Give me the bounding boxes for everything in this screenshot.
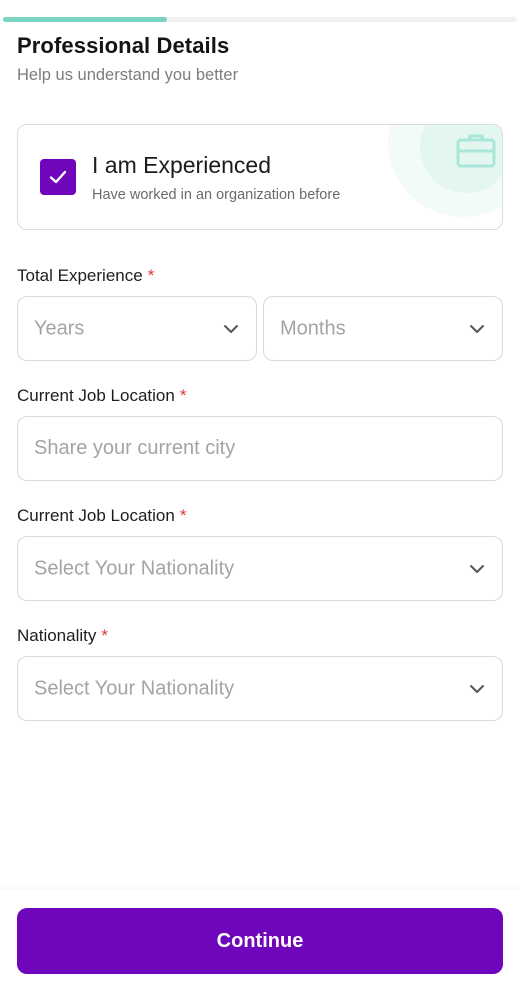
chevron-down-icon (470, 564, 484, 573)
current-city-label-text: Current Job Location (17, 386, 175, 405)
checkmark-icon (49, 170, 67, 184)
experienced-option-card[interactable]: I am Experienced Have worked in an organ… (17, 124, 503, 230)
years-select-value: Years (34, 317, 85, 339)
current-job-location-label-text: Current Job Location (17, 506, 175, 525)
total-experience-label: Total Experience * (17, 266, 154, 286)
chevron-down-icon (224, 324, 238, 333)
progress-bar (3, 17, 517, 22)
current-job-location-label: Current Job Location * (17, 506, 186, 526)
current-job-location-select[interactable]: Select Your Nationality (17, 536, 503, 601)
nationality-label: Nationality * (17, 626, 108, 646)
required-mark: * (101, 626, 108, 645)
page-title: Professional Details (17, 33, 230, 58)
current-city-label: Current Job Location * (17, 386, 186, 406)
continue-button[interactable]: Continue (17, 908, 503, 974)
current-city-input[interactable] (17, 416, 503, 481)
briefcase-icon (456, 134, 496, 168)
current-job-location-value: Select Your Nationality (34, 557, 235, 579)
experienced-title: I am Experienced (92, 152, 271, 178)
required-mark: * (179, 506, 187, 525)
required-mark: * (179, 386, 187, 405)
chevron-down-icon (470, 324, 484, 333)
total-experience-label-text: Total Experience (17, 266, 143, 285)
progress-bar-fill (3, 17, 168, 22)
required-mark: * (147, 266, 155, 285)
months-select-value: Months (280, 317, 346, 339)
experienced-description: Have worked in an organization before (92, 187, 341, 203)
nationality-select[interactable]: Select Your Nationality (17, 656, 503, 721)
page-subtitle: Help us understand you better (17, 66, 239, 84)
years-select[interactable]: Years (17, 296, 257, 361)
months-select[interactable]: Months (263, 296, 503, 361)
chevron-down-icon (470, 684, 484, 693)
nationality-value: Select Your Nationality (34, 677, 235, 699)
nationality-label-text: Nationality (17, 626, 97, 645)
experienced-checkbox[interactable] (40, 159, 76, 195)
